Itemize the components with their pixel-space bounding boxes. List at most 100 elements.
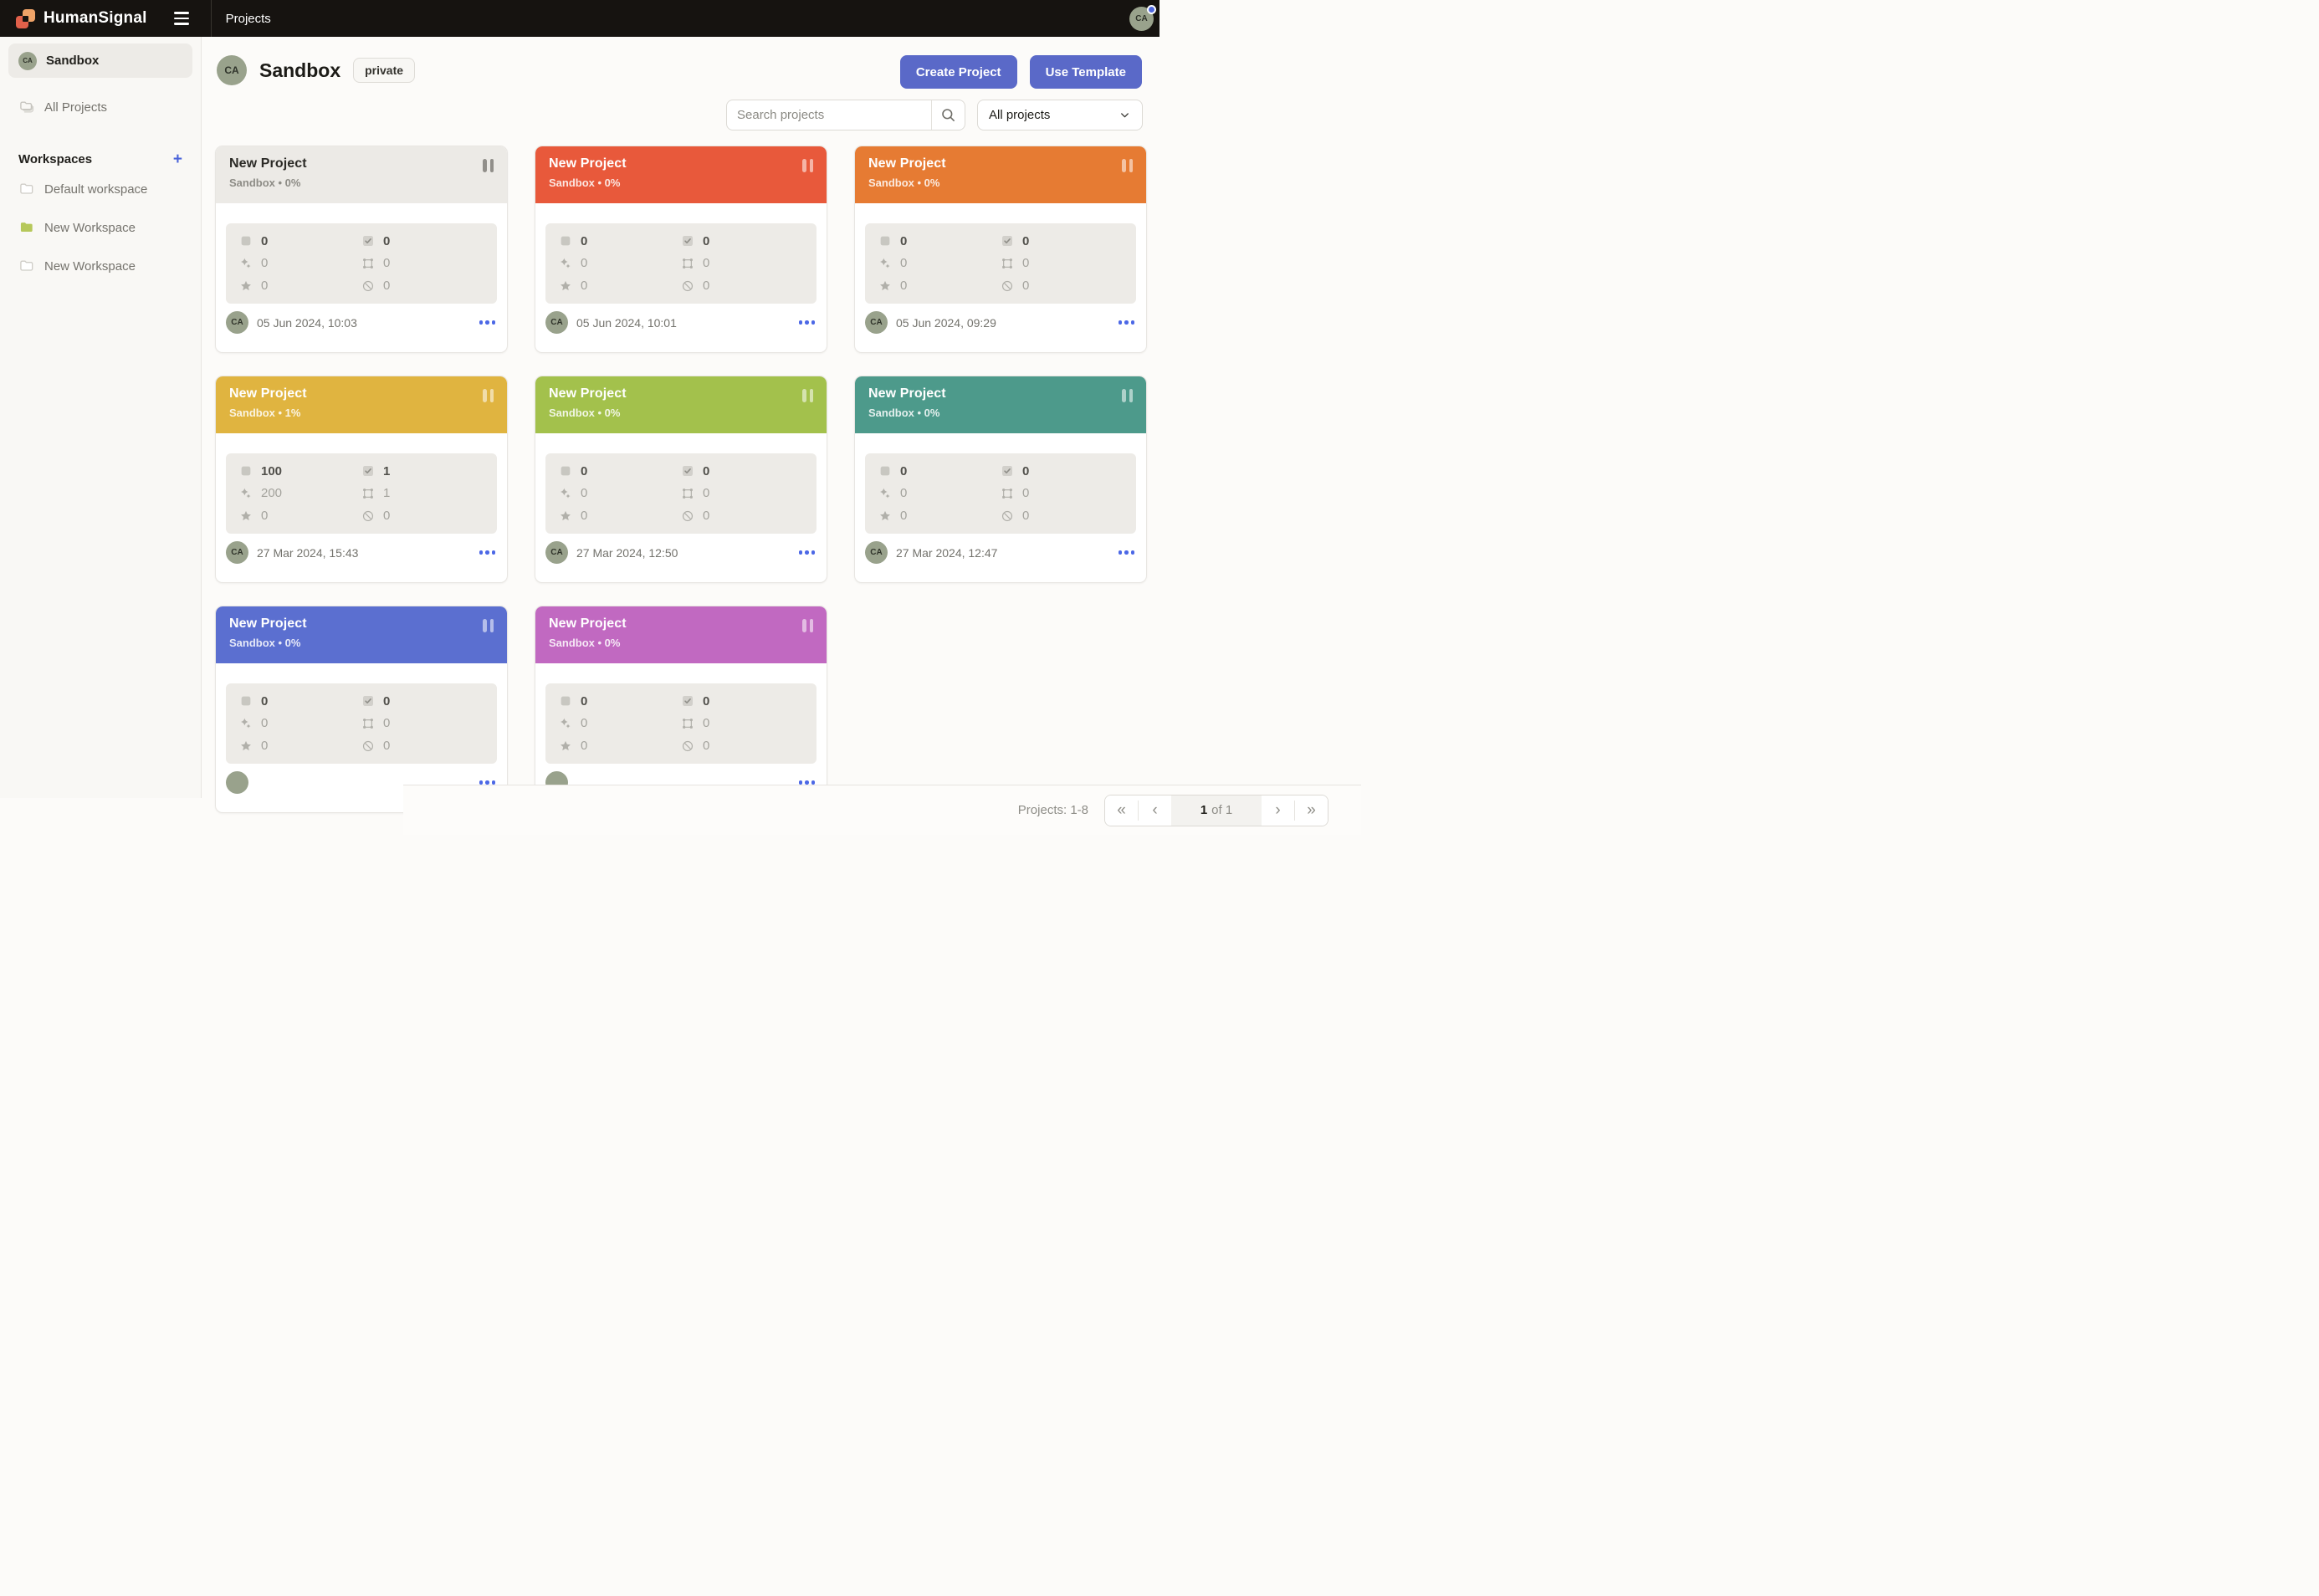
page-indicator[interactable]: 1 of 1 (1171, 795, 1262, 826)
sparkles-icon (239, 717, 253, 730)
checkbox-icon (361, 464, 375, 478)
projects-range-label: Projects: 1-8 (1018, 803, 1088, 817)
stat-starred: 0 (559, 734, 681, 757)
stat-tasks: 0 (559, 690, 681, 713)
project-title: New Project (229, 156, 307, 171)
notification-dot (1147, 5, 1156, 14)
stat-skipped: 0 (361, 504, 484, 527)
project-subtitle: Sandbox • 1% (229, 407, 307, 419)
search-icon (940, 107, 956, 123)
sidebar-item-new-workspace-2[interactable]: New Workspace (8, 249, 192, 283)
project-card[interactable]: New Project Sandbox • 0% 0 0 (854, 376, 1147, 583)
project-card-footer: CA 27 Mar 2024, 12:50 (545, 541, 817, 564)
project-date: 05 Jun 2024, 10:01 (576, 316, 677, 330)
workspaces-header: Workspaces (18, 152, 92, 166)
project-card-footer: CA 05 Jun 2024, 10:01 (545, 311, 817, 334)
stat-annotations: 0 (681, 230, 803, 253)
bounding-box-icon (361, 717, 375, 730)
project-card[interactable]: New Project Sandbox • 0% 0 0 (854, 146, 1147, 353)
star-icon (878, 509, 892, 523)
project-card[interactable]: New Project Sandbox • 0% 0 0 (215, 146, 508, 353)
project-stats-panel: 0 0 0 0 (545, 453, 817, 534)
hamburger-menu-icon[interactable] (167, 4, 196, 33)
visibility-badge: private (353, 58, 415, 83)
project-card[interactable]: New Project Sandbox • 0% 0 0 (535, 606, 827, 813)
tasks-square-icon (559, 464, 572, 478)
project-subtitle: Sandbox • 0% (549, 176, 627, 189)
stat-skipped: 0 (1001, 504, 1123, 527)
brand-logo[interactable]: HumanSignal (15, 8, 147, 29)
pause-icon (483, 619, 494, 663)
project-filter-value: All projects (989, 108, 1050, 122)
more-menu-button[interactable] (478, 545, 498, 560)
sidebar-item-sandbox[interactable]: CA Sandbox (8, 43, 192, 78)
project-card-header: New Project Sandbox • 0% (535, 146, 827, 203)
star-icon (239, 509, 253, 523)
more-menu-button[interactable] (797, 545, 817, 560)
project-card-footer: CA 05 Jun 2024, 10:03 (226, 311, 497, 334)
project-card-header: New Project Sandbox • 0% (216, 606, 507, 663)
tasks-square-icon (878, 234, 892, 248)
ban-icon (681, 279, 694, 293)
page-title: Projects (226, 12, 271, 26)
project-subtitle: Sandbox • 0% (229, 176, 307, 189)
project-title: New Project (229, 616, 307, 632)
sidebar-item-all-projects[interactable]: All Projects (8, 93, 192, 121)
last-page-button[interactable]: » (1295, 795, 1328, 826)
star-icon (878, 279, 892, 293)
search-button[interactable] (931, 100, 965, 130)
project-card[interactable]: New Project Sandbox • 0% 0 0 (535, 376, 827, 583)
more-menu-button[interactable] (797, 315, 817, 330)
prev-page-button[interactable]: ‹ (1139, 795, 1171, 826)
pager: « ‹ 1 of 1 › » (1104, 795, 1328, 826)
next-page-button[interactable]: › (1262, 795, 1294, 826)
folder-icon (18, 181, 35, 197)
project-stats-panel: 0 0 0 0 (545, 223, 817, 304)
sidebar-item-default-workspace[interactable]: Default workspace (8, 172, 192, 206)
bounding-box-icon (681, 257, 694, 270)
main-content: CA Sandbox private Create Project Use Te… (202, 37, 1160, 798)
more-menu-button[interactable] (478, 315, 498, 330)
project-card[interactable]: New Project Sandbox • 0% 0 0 (215, 606, 508, 813)
first-page-button[interactable]: « (1105, 795, 1138, 826)
star-icon (239, 279, 253, 293)
project-date: 27 Mar 2024, 15:43 (257, 546, 358, 560)
more-menu-button[interactable] (1117, 315, 1137, 330)
pause-icon (1122, 389, 1133, 433)
add-workspace-button[interactable]: + (173, 151, 182, 167)
create-project-button[interactable]: Create Project (900, 55, 1017, 89)
tasks-square-icon (239, 234, 253, 248)
pagination-bar: Projects: 1-8 « ‹ 1 of 1 › » (403, 785, 1361, 835)
project-subtitle: Sandbox • 0% (549, 407, 627, 419)
more-menu-button[interactable] (1117, 545, 1137, 560)
sidebar-item-new-workspace-1[interactable]: New Workspace (8, 211, 192, 244)
search-input[interactable] (727, 108, 931, 122)
project-grid: New Project Sandbox • 0% 0 0 (215, 146, 1147, 813)
checkbox-icon (361, 694, 375, 708)
tasks-square-icon (239, 694, 253, 708)
stat-regions: 0 (681, 713, 803, 735)
use-template-button[interactable]: Use Template (1030, 55, 1142, 89)
project-filter-select[interactable]: All projects (977, 100, 1143, 130)
project-card[interactable]: New Project Sandbox • 0% 0 0 (535, 146, 827, 353)
stat-annotations: 0 (681, 460, 803, 483)
stat-starred: 0 (878, 274, 1001, 297)
sparkles-icon (239, 257, 253, 270)
stat-regions: 0 (681, 253, 803, 275)
sidebar: CA Sandbox All Projects Workspaces + Def… (0, 37, 202, 798)
star-icon (239, 739, 253, 753)
topbar-divider (211, 0, 212, 37)
stat-skipped: 0 (361, 734, 484, 757)
project-title: New Project (549, 386, 627, 402)
tasks-square-icon (239, 464, 253, 478)
sidebar-item-label: Default workspace (44, 182, 147, 197)
workspace-avatar: CA (217, 55, 247, 85)
stat-annotations: 0 (361, 690, 484, 713)
project-card[interactable]: New Project Sandbox • 1% 100 1 (215, 376, 508, 583)
stacked-projects-icon (18, 99, 35, 115)
stat-regions: 0 (1001, 483, 1123, 505)
ban-icon (1001, 509, 1014, 523)
stat-regions: 0 (361, 253, 484, 275)
bounding-box-icon (681, 717, 694, 730)
stat-starred: 0 (559, 274, 681, 297)
